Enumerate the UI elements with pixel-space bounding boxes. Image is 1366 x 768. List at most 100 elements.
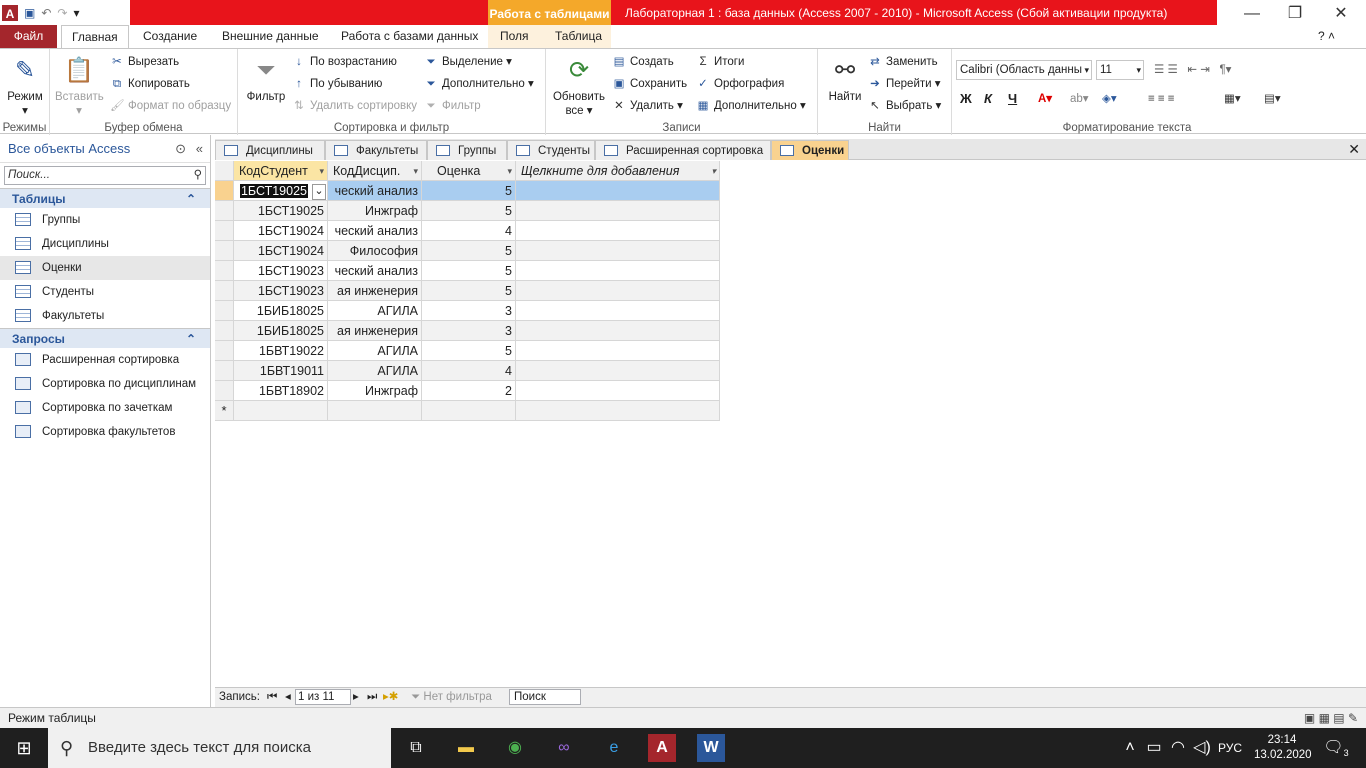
new-row-marker[interactable]: * <box>215 401 234 421</box>
list-buttons[interactable]: ☰ ☰ ⇤ ⇥ ¶▾ <box>1154 60 1231 80</box>
tables-section-header[interactable]: Таблицы ⌃ <box>0 188 210 208</box>
tab-database-tools[interactable]: Работа с базами данных <box>331 25 488 48</box>
record-position-input[interactable]: 1 из 11 <box>295 689 351 705</box>
bold-button[interactable]: Ж <box>960 89 972 109</box>
cell-student[interactable]: 1БСТ19024 <box>234 241 328 261</box>
cell-empty[interactable] <box>516 261 720 281</box>
cell-discipline[interactable]: ческий анализ <box>328 221 422 241</box>
cell-discipline[interactable]: ческий анализ <box>328 261 422 281</box>
doc-tab-advanced-sort[interactable]: Расширенная сортировка <box>595 140 771 160</box>
cell-grade[interactable]: 5 <box>422 341 516 361</box>
highlight-icon[interactable]: ab▾ <box>1070 89 1089 109</box>
nav-query-4[interactable]: Сортировка факультетов <box>0 420 210 444</box>
no-filter-button[interactable]: ⏷ Нет фильтра <box>411 688 492 707</box>
undo-icon[interactable]: ↶ <box>41 4 51 22</box>
cell-student[interactable]: 1БВТ19011 <box>234 361 328 381</box>
cell-empty[interactable] <box>516 321 720 341</box>
collapse-section-icon[interactable]: ⌃ <box>186 189 196 209</box>
cell-grade[interactable]: 5 <box>422 261 516 281</box>
windows-start-icon[interactable]: ⊞ <box>10 734 38 762</box>
doc-tab-grades[interactable]: Оценки <box>771 140 849 160</box>
filter-button[interactable]: ⏷ Фильтр <box>242 55 290 103</box>
table-row[interactable]: 1БСТ19024 Философия 5 <box>215 241 720 261</box>
row-selector[interactable] <box>215 261 234 281</box>
cell-empty[interactable] <box>516 221 720 241</box>
chevron-down-icon[interactable]: ⊙ <box>175 135 186 163</box>
cell-discipline[interactable]: Инжграф <box>328 381 422 401</box>
nav-table-groups[interactable]: Группы <box>0 208 210 232</box>
cell-student[interactable]: 1БСТ19023 <box>234 261 328 281</box>
tab-fields[interactable]: Поля <box>490 25 539 48</box>
row-selector[interactable] <box>215 301 234 321</box>
remove-sort-button[interactable]: ⇅ Удалить сортировку <box>292 96 417 116</box>
advanced-filter-button[interactable]: ⏷ Дополнительно ▾ <box>424 74 533 94</box>
nav-table-disciplines[interactable]: Дисциплины <box>0 232 210 256</box>
table-row[interactable]: 1БСТ19024 ческий анализ 4 <box>215 221 720 241</box>
fill-color-icon[interactable]: ◈▾ <box>1102 89 1117 109</box>
row-selector[interactable] <box>215 321 234 341</box>
tab-home[interactable]: Главная <box>61 25 129 48</box>
cell-new[interactable] <box>516 401 720 421</box>
select-all-corner[interactable] <box>215 161 234 181</box>
paste-button[interactable]: 📋 Вставить ▾ <box>55 55 104 117</box>
alt-row-color-icon[interactable]: ▤▾ <box>1264 89 1281 109</box>
find-button[interactable]: ⚯ Найти <box>822 55 868 103</box>
selection-button[interactable]: ⏷ Выделение ▾ <box>424 52 512 72</box>
col-header-student[interactable]: КодСтудент ▾ <box>234 161 328 181</box>
more-records-button[interactable]: ▦ Дополнительно ▾ <box>696 96 806 116</box>
save-icon[interactable]: ▣ <box>24 4 35 22</box>
close-document-icon[interactable]: ✕ <box>1348 139 1360 159</box>
nav-header[interactable]: Все объекты Access ⊙ « <box>0 135 210 163</box>
copy-button[interactable]: ⧉ Копировать <box>110 74 190 94</box>
access-taskbar-icon[interactable]: A <box>648 734 676 762</box>
italic-button[interactable]: К <box>984 89 992 109</box>
help-icon[interactable]: ? ˄ <box>1318 25 1335 48</box>
tab-file[interactable]: Файл <box>0 25 57 48</box>
table-row[interactable]: 1БСТ19025 ⌄ ческий анализ 5 <box>215 181 720 201</box>
row-selector[interactable] <box>215 221 234 241</box>
cell-grade[interactable]: 5 <box>422 241 516 261</box>
cell-student[interactable]: 1БВТ18902 <box>234 381 328 401</box>
format-painter-button[interactable]: 🖌 Формат по образцу <box>110 96 231 116</box>
toggle-filter-button[interactable]: ⏷ Фильтр <box>424 96 480 116</box>
combo-dropdown-icon[interactable]: ⌄ <box>312 183 326 200</box>
cell-student[interactable]: 1БИБ18025 <box>234 301 328 321</box>
datasheet-search-input[interactable]: Поиск <box>509 689 581 705</box>
font-color-icon[interactable]: A▾ <box>1038 89 1052 109</box>
cell-grade[interactable]: 5 <box>422 281 516 301</box>
doc-tab-faculties[interactable]: Факультеты <box>325 140 427 160</box>
cell-discipline[interactable]: ая инженерия <box>328 321 422 341</box>
prev-record-icon[interactable]: ◂ <box>285 688 291 707</box>
cell-student[interactable]: 1БВТ19022 <box>234 341 328 361</box>
table-row[interactable]: 1БИБ18025 ая инженерия 3 <box>215 321 720 341</box>
visual-studio-icon[interactable]: ∞ <box>550 734 578 762</box>
restore-icon[interactable]: ❐ <box>1272 0 1318 28</box>
table-row[interactable]: 1БВТ19022 АГИЛА 5 <box>215 341 720 361</box>
row-selector[interactable] <box>215 341 234 361</box>
row-selector[interactable] <box>215 281 234 301</box>
row-selector[interactable] <box>215 381 234 401</box>
cell-empty[interactable] <box>516 301 720 321</box>
gridlines-icon[interactable]: ▦▾ <box>1224 89 1241 109</box>
cell-empty[interactable] <box>516 381 720 401</box>
view-switcher-icons[interactable]: ▣ ▦ ▤ ✎ <box>1304 708 1358 728</box>
cell-empty[interactable] <box>516 181 720 201</box>
nav-query-1[interactable]: Расширенная сортировка <box>0 348 210 372</box>
cell-grade[interactable]: 4 <box>422 221 516 241</box>
nav-search-input[interactable]: Поиск... ⚲ <box>4 166 206 185</box>
cell-discipline[interactable]: ческий анализ <box>328 181 422 201</box>
table-row[interactable]: 1БВТ19011 АГИЛА 4 <box>215 361 720 381</box>
table-row[interactable]: 1БСТ19023 ая инженерия 5 <box>215 281 720 301</box>
row-selector[interactable] <box>215 181 234 201</box>
chevron-down-icon[interactable]: ▾ <box>711 161 716 181</box>
cell-discipline[interactable]: ая инженерия <box>328 281 422 301</box>
close-icon[interactable]: ✕ <box>1318 0 1364 28</box>
last-record-icon[interactable]: ⏭ <box>367 688 377 707</box>
replace-button[interactable]: ⇄ Заменить <box>868 52 938 72</box>
cell-empty[interactable] <box>516 341 720 361</box>
volume-icon[interactable]: ◁) <box>1188 734 1216 762</box>
row-selector[interactable] <box>215 201 234 221</box>
cell-student[interactable]: 1БСТ19025 ⌄ <box>234 181 328 201</box>
save-record-button[interactable]: ▣ Сохранить <box>612 74 688 94</box>
totals-button[interactable]: Σ Итоги <box>696 52 744 72</box>
